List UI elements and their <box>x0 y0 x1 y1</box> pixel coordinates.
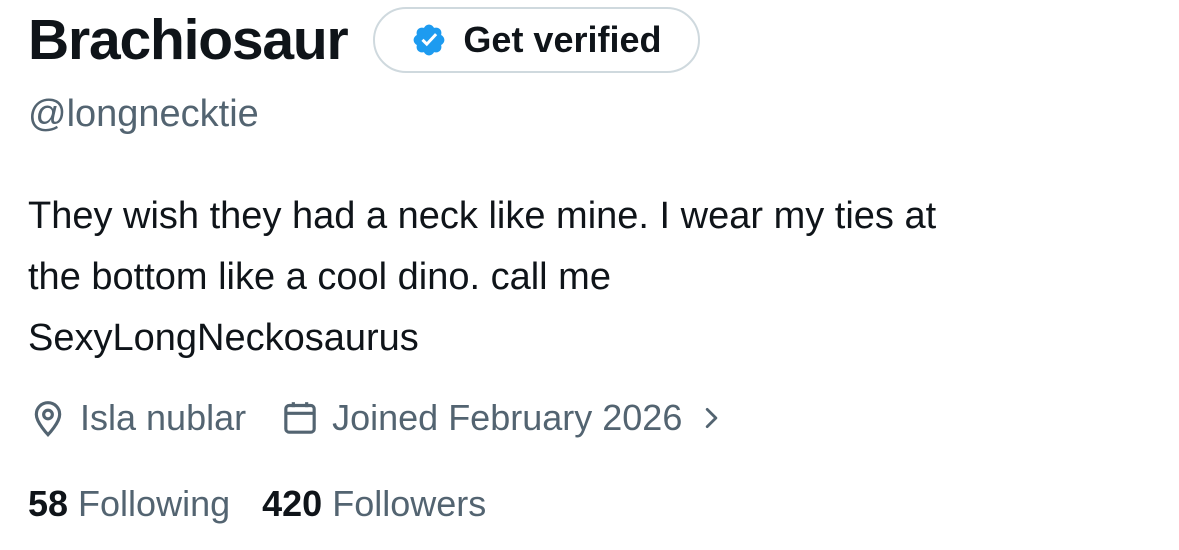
name-row: Brachiosaur Get verified <box>28 4 700 76</box>
location-pin-icon <box>28 398 80 438</box>
chevron-right-icon <box>682 405 724 431</box>
followers-label: Followers <box>332 483 487 524</box>
verified-badge-icon <box>411 22 447 58</box>
following-count: 58 <box>28 483 69 524</box>
get-verified-label: Get verified <box>463 19 662 60</box>
followers-count: 420 <box>262 483 323 524</box>
get-verified-button[interactable]: Get verified <box>373 7 700 73</box>
profile-meta: Isla nublar Joined February 2026 <box>28 394 724 442</box>
bio-line: They wish they had a neck like mine. I w… <box>28 195 937 237</box>
joined-date[interactable]: Joined February 2026 <box>280 397 724 439</box>
calendar-icon <box>280 398 332 438</box>
followers-link[interactable]: 420 Followers <box>262 480 486 528</box>
bio-line: the bottom like a cool dino. call me <box>28 256 611 298</box>
user-handle: @longnecktie <box>28 93 259 135</box>
location-text: Isla nublar <box>80 397 247 438</box>
joined-text: Joined February 2026 <box>332 397 683 438</box>
follow-stats: 58 Following 420 Followers <box>28 480 486 528</box>
bio: They wish they had a neck like mine. I w… <box>28 186 1128 369</box>
location: Isla nublar <box>28 397 246 439</box>
following-link[interactable]: 58 Following <box>28 480 230 528</box>
bio-line: SexyLongNeckosaurus <box>28 317 419 359</box>
display-name: Brachiosaur <box>28 8 349 72</box>
following-label: Following <box>78 483 231 524</box>
